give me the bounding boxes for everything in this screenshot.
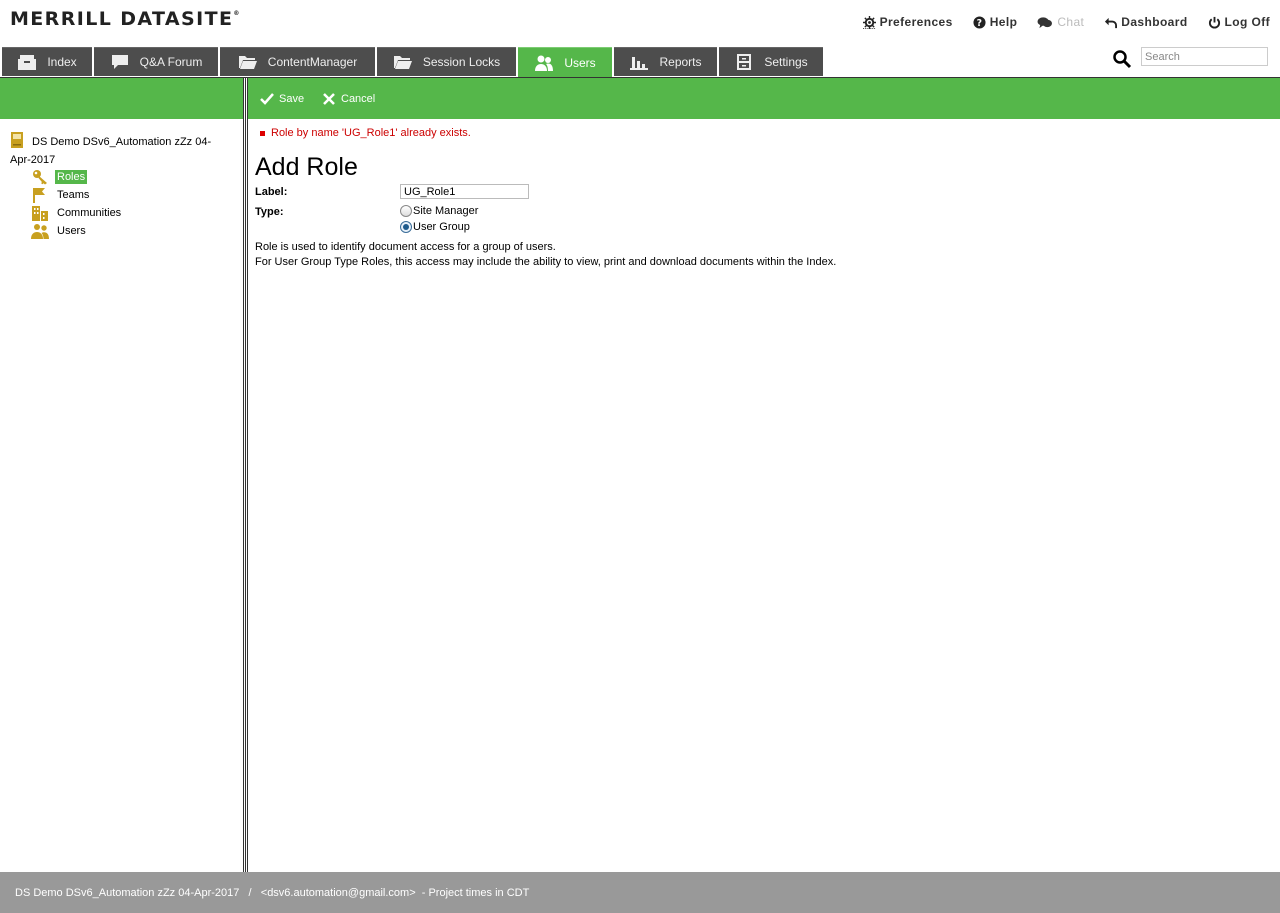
cancel-button[interactable]: Cancel (322, 92, 375, 106)
sidebar-toolbar (0, 78, 243, 119)
folder-open-icon (393, 56, 412, 69)
power-icon (1208, 16, 1220, 28)
save-button[interactable]: Save (260, 92, 304, 106)
file-cabinet-icon (737, 54, 752, 70)
tree-root-project[interactable]: DS Demo DSv6_Automation zZz 04-Apr-2017 (10, 132, 230, 169)
type-field-label: Type: (255, 206, 284, 218)
speech-bubble-icon (111, 55, 128, 69)
inbox-icon (18, 55, 37, 70)
merrill-datasite-logo: MERRILL DATASITE® (10, 8, 241, 30)
folder-open-icon (238, 56, 257, 69)
role-description-line2: For User Group Type Roles, this access m… (255, 256, 837, 268)
role-label-input[interactable] (400, 184, 529, 199)
header: MERRILL DATASITE® Preferences ? Help Cha… (0, 0, 1280, 46)
top-links: Preferences ? Help Chat Dashboard Log Of… (862, 15, 1270, 29)
tree-item-teams[interactable]: Teams (31, 187, 91, 203)
error-bullet-icon (260, 130, 265, 136)
log-off-link[interactable]: Log Off (1208, 15, 1270, 29)
help-link[interactable]: ? Help (973, 15, 1018, 29)
tab-reports[interactable]: Reports (614, 47, 717, 76)
status-footer: DS Demo DSv6_Automation zZz 04-Apr-2017 … (0, 872, 1280, 913)
form-toolbar: Save Cancel (248, 78, 1280, 119)
tree-item-communities[interactable]: Communities (31, 205, 123, 221)
footer-project-info: DS Demo DSv6_Automation zZz 04-Apr-2017 … (15, 887, 530, 899)
users-icon (535, 55, 554, 71)
label-field-label: Label: (255, 186, 288, 198)
buildings-icon (32, 206, 48, 221)
chat-icon (1037, 16, 1053, 28)
error-message: Role by name 'UG_Role1' already exists. (260, 127, 471, 139)
tab-qa-forum[interactable]: Q&A Forum (94, 47, 218, 76)
project-book-icon (11, 132, 23, 148)
flag-icon (33, 188, 45, 203)
tab-content-manager[interactable]: ContentManager (220, 47, 375, 76)
tab-settings[interactable]: Settings (719, 47, 823, 76)
help-icon: ? (973, 15, 986, 29)
bar-chart-icon (630, 57, 649, 70)
tab-users[interactable]: Users (518, 47, 612, 78)
preferences-link[interactable]: Preferences (862, 15, 953, 29)
back-arrow-icon (1105, 17, 1118, 28)
svg-text:?: ? (976, 18, 982, 29)
role-description-line1: Role is used to identify document access… (255, 241, 556, 253)
checkmark-icon (260, 93, 274, 105)
close-icon (323, 93, 335, 105)
chat-link[interactable]: Chat (1037, 15, 1084, 29)
type-option-user-group[interactable]: User Group (400, 221, 470, 233)
gear-icon (862, 15, 876, 29)
key-icon (33, 170, 47, 185)
main-tab-bar: Index Q&A Forum ContentManager Session L… (0, 46, 1280, 78)
dashboard-link[interactable]: Dashboard (1104, 15, 1187, 29)
tree-item-users[interactable]: Users (31, 223, 88, 239)
search-icon[interactable] (1112, 49, 1132, 69)
tab-session-locks[interactable]: Session Locks (377, 47, 516, 76)
tree-item-roles[interactable]: Roles (31, 169, 88, 185)
page-title: Add Role (255, 153, 358, 181)
tab-index[interactable]: Index (2, 47, 92, 76)
pane-splitter[interactable] (243, 78, 248, 872)
type-option-site-manager[interactable]: Site Manager (400, 205, 478, 217)
users-icon (31, 224, 49, 239)
site-manager-radio[interactable] (400, 205, 412, 217)
user-group-radio[interactable] (400, 221, 412, 233)
search-input[interactable] (1141, 47, 1268, 66)
